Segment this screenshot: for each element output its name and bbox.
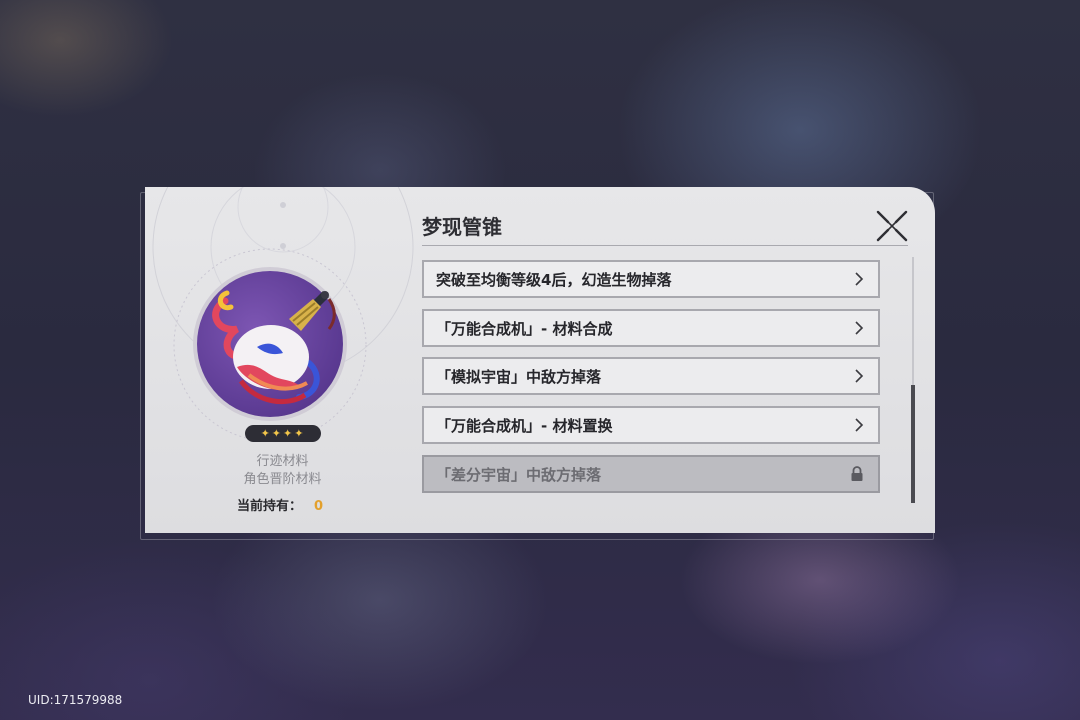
close-icon[interactable]	[875, 209, 909, 243]
uid-label: UID:171579988	[28, 693, 123, 707]
lock-icon	[851, 466, 863, 481]
owned-count: 0	[314, 499, 324, 514]
chevron-right-icon	[855, 321, 864, 335]
chevron-right-icon	[855, 418, 864, 432]
owned-label: 当前持有：	[237, 499, 303, 514]
title-divider	[422, 245, 908, 246]
item-category: 行迹材料	[256, 454, 309, 469]
source-label: 「差分宇宙」中敌方掉落	[436, 465, 602, 484]
source-label: 「模拟宇宙」中敌方掉落	[436, 367, 602, 386]
chevron-right-icon	[855, 369, 864, 383]
scrollbar-thumb[interactable]	[911, 385, 915, 503]
source-label: 「万能合成机」- 材料置换	[436, 416, 613, 435]
dialog-title: 梦现管锥	[422, 215, 502, 239]
item-subcategory: 角色晋阶材料	[243, 472, 322, 487]
source-row-locked[interactable]: 「差分宇宙」中敌方掉落	[422, 455, 880, 493]
owned-quantity: 当前持有： 0	[237, 495, 323, 514]
source-row[interactable]: 「万能合成机」- 材料置换	[422, 406, 880, 444]
source-label: 突破至均衡等级4后，幻造生物掉落	[436, 270, 672, 289]
source-label: 「万能合成机」- 材料合成	[436, 319, 613, 338]
rarity-stars: ✦✦✦✦	[245, 425, 321, 442]
item-source-dialog: ✦✦✦✦ 行迹材料 角色晋阶材料 当前持有： 0 梦现管锥 突破至均衡等级4后，幻…	[145, 187, 935, 533]
source-row[interactable]: 突破至均衡等级4后，幻造生物掉落	[422, 260, 880, 298]
source-row[interactable]: 「模拟宇宙」中敌方掉落	[422, 357, 880, 395]
paintbrush-icon	[212, 290, 336, 405]
source-row[interactable]: 「万能合成机」- 材料合成	[422, 309, 880, 347]
chevron-right-icon	[855, 272, 864, 286]
